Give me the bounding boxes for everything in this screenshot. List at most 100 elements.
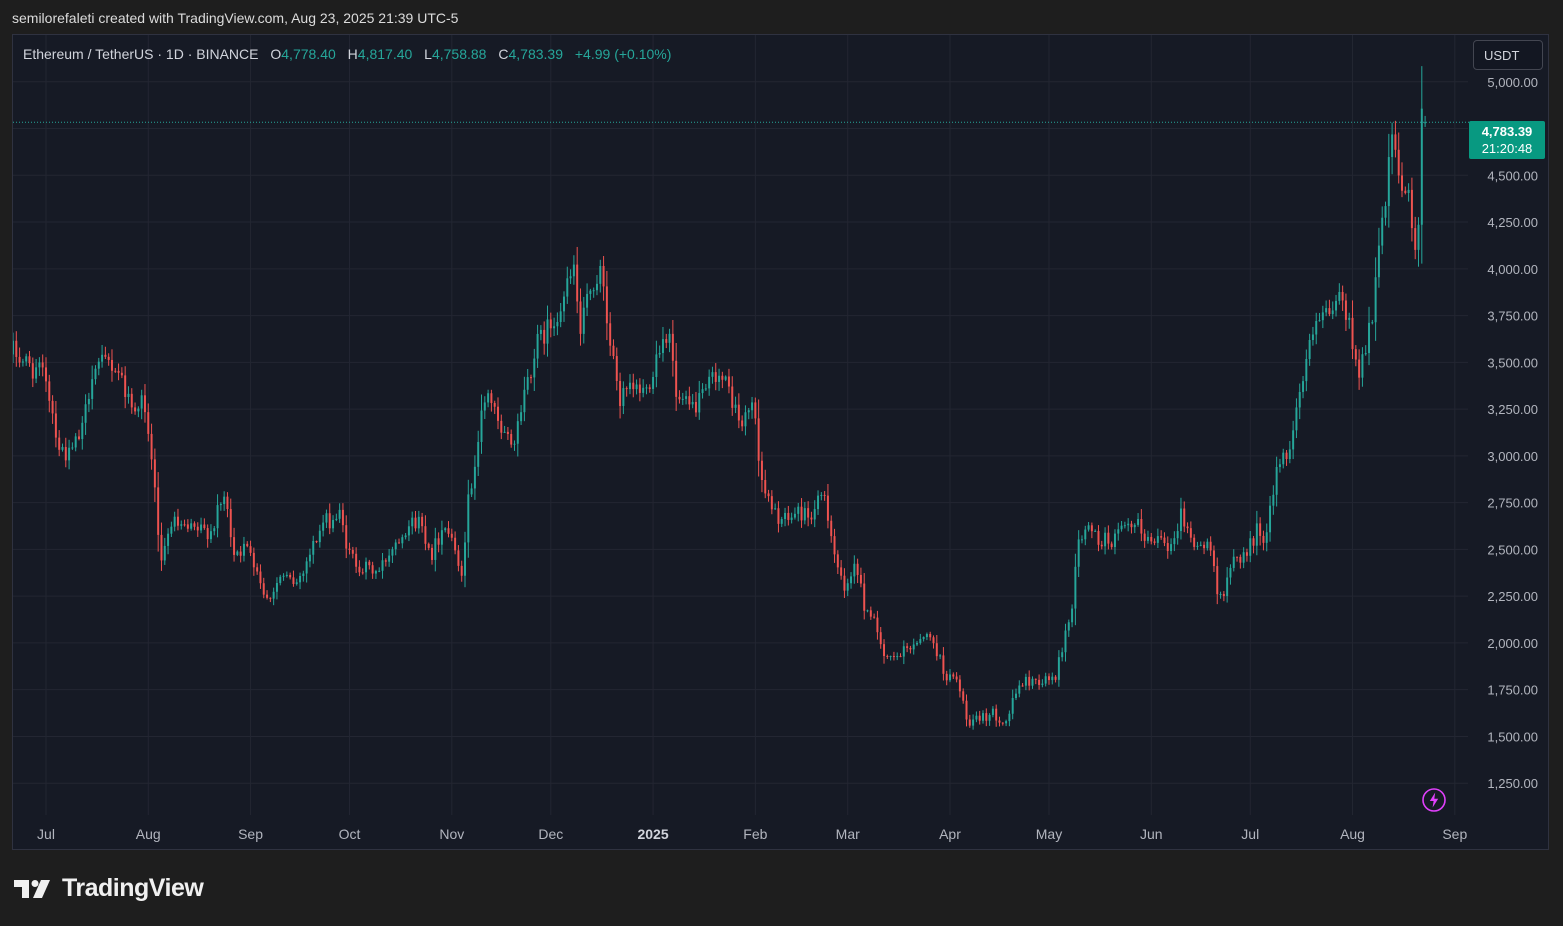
candle-body <box>497 406 499 421</box>
candle-body <box>632 382 635 390</box>
candle-body <box>790 517 793 520</box>
tradingview-logo-icon <box>14 879 50 898</box>
candle-body <box>180 524 183 526</box>
candle-body <box>1146 536 1149 541</box>
currency-button[interactable]: USDT <box>1473 40 1543 70</box>
open-label: O <box>270 46 282 62</box>
time-axis[interactable]: Jul Aug Sep Oct Nov Dec 2025 Feb Mar Apr May Jun Jul… <box>37 826 1467 842</box>
price-tick-label: 3,000.00 <box>1487 449 1538 464</box>
candle-body <box>381 560 384 571</box>
candle-body <box>437 538 440 545</box>
candle-body <box>1239 556 1242 563</box>
candle-body <box>1137 519 1140 525</box>
candle-body <box>912 644 915 650</box>
candle-body <box>916 642 919 645</box>
candle-body <box>223 496 226 505</box>
candle-body <box>285 574 288 576</box>
candle-body <box>493 403 496 407</box>
candle-body <box>1090 525 1093 532</box>
candle-body <box>751 402 754 411</box>
candle-body <box>358 566 361 573</box>
candle-body <box>1113 533 1116 548</box>
candle-body <box>1186 526 1189 529</box>
candle-body <box>193 523 196 527</box>
candle-body <box>612 345 615 357</box>
candle-body <box>338 509 341 519</box>
tradingview-logo[interactable]: TradingView <box>14 874 204 903</box>
candle-body <box>176 516 179 526</box>
candle-body <box>859 574 862 584</box>
brand-name: TradingView <box>62 874 204 902</box>
candle-body <box>335 518 338 520</box>
candle-body <box>635 384 638 390</box>
high-label: H <box>347 46 358 62</box>
candle-body <box>879 632 882 645</box>
candle-body <box>513 443 516 445</box>
lightning-icon[interactable] <box>1422 788 1446 812</box>
candle-body <box>1193 537 1196 547</box>
candle-body <box>411 517 414 527</box>
candle-body <box>1097 530 1100 545</box>
candle-body <box>150 433 153 460</box>
candle-body <box>1034 678 1037 680</box>
candle-body <box>490 393 493 404</box>
candle-body <box>1348 317 1351 320</box>
candle-body <box>1229 567 1232 578</box>
candle-body <box>793 513 796 518</box>
candle-body <box>549 319 552 329</box>
candle-body <box>417 516 420 529</box>
candle-body <box>764 480 767 494</box>
candle-body <box>1117 529 1120 534</box>
candle-body <box>61 447 64 450</box>
candle-body <box>124 375 127 398</box>
candle-body <box>94 368 97 380</box>
candle-body <box>1110 543 1113 548</box>
candle-body <box>74 436 77 448</box>
candlestick-chart[interactable]: 1,250.00 1,500.00 1,750.00 2,000.00 2,250.00… <box>13 35 1549 850</box>
candle-body <box>1061 652 1064 658</box>
candle-body <box>480 410 483 442</box>
symbol-description[interactable]: Ethereum / TetherUS · 1D · BINANCE <box>23 46 258 62</box>
candle-body <box>1417 224 1420 250</box>
candle-body <box>1285 452 1288 460</box>
candle-body <box>516 421 519 444</box>
candle-body <box>1226 577 1229 597</box>
candle-body <box>1252 538 1255 546</box>
candle-body <box>160 534 163 561</box>
candle-body <box>1005 721 1008 724</box>
time-tick-label: Jul <box>37 826 55 842</box>
price-tick-label: 1,250.00 <box>1487 776 1538 791</box>
candle-body <box>599 265 602 284</box>
chart-panel[interactable]: 1,250.00 1,500.00 1,750.00 2,000.00 2,250.00… <box>12 34 1549 850</box>
candle-body <box>1391 134 1394 158</box>
candle-body <box>81 422 84 440</box>
candle-body <box>216 505 219 529</box>
candle-body <box>592 290 595 292</box>
candle-body <box>1130 523 1133 528</box>
time-tick-label: Dec <box>538 826 563 842</box>
candle-body <box>803 508 806 521</box>
candle-body <box>295 582 298 584</box>
candle-body <box>1368 322 1371 354</box>
candle-body <box>826 495 829 521</box>
candle-body <box>1216 566 1219 595</box>
candle-body <box>685 396 688 399</box>
candle-body <box>675 360 678 397</box>
candle-body <box>572 264 575 277</box>
candle-body <box>533 358 536 378</box>
candle-body <box>530 377 532 379</box>
candle-body <box>269 597 272 599</box>
candle-body <box>866 610 869 612</box>
candle-body <box>206 528 209 540</box>
close-value: 4,783.39 <box>508 46 563 62</box>
candle-body <box>1018 685 1021 694</box>
price-axis[interactable]: 1,250.00 1,500.00 1,750.00 2,000.00 2,250.00… <box>1487 75 1538 791</box>
candle-body <box>477 441 480 467</box>
candle-body <box>1344 300 1347 320</box>
candle-body <box>266 594 269 598</box>
candle-body <box>120 372 123 376</box>
candle-body <box>431 547 434 560</box>
candle-body <box>810 517 813 520</box>
candle-body <box>45 367 47 382</box>
candle-body <box>1008 713 1011 722</box>
